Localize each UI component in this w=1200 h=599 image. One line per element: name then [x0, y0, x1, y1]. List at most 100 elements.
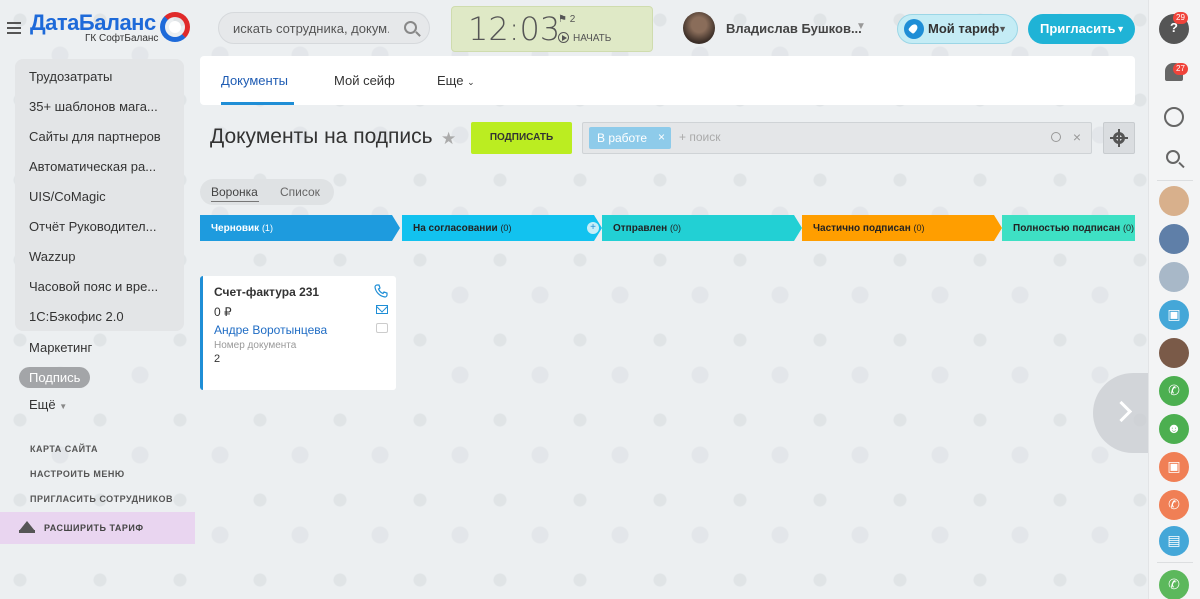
global-search-input[interactable] [219, 13, 389, 43]
add-stage-icon[interactable]: + [587, 222, 599, 234]
document-card[interactable]: Счет-фактура 231 0 ₽ Андре Воротынцева Н… [200, 276, 396, 390]
chevron-down-icon[interactable]: ▼ [856, 21, 866, 32]
invite-employees-link[interactable]: ПРИГЛАСИТЬ СОТРУДНИКОВ [30, 494, 173, 504]
divider [1157, 180, 1193, 181]
site-map-link[interactable]: КАРТА САЙТА [30, 444, 98, 454]
hamburger-menu-icon[interactable] [7, 22, 21, 34]
logo[interactable]: ДатаБаланс ГК СофтБаланс [30, 10, 190, 44]
filter-chip[interactable]: В работе × [589, 127, 672, 149]
left-menu: Трудозатраты 35+ шаблонов мага... Сайты … [0, 57, 197, 599]
play-icon [558, 32, 569, 43]
stage-sent[interactable]: Отправлен (0) [602, 215, 794, 241]
menu-item[interactable]: 1С:Бэкофис 2.0 [29, 309, 124, 324]
contact-avatar[interactable] [1159, 262, 1189, 292]
clock-time: 12:03 [468, 10, 561, 48]
tab-more[interactable]: Еще ⌄ [437, 73, 475, 88]
view-switch: Воронка Список [200, 179, 334, 205]
menu-item[interactable]: Сайты для партнеров [29, 129, 161, 144]
stage-arrow [794, 215, 802, 241]
gear-icon [1110, 129, 1128, 147]
menu-item[interactable]: Автоматическая ра... [29, 159, 156, 174]
menu-item[interactable]: Часовой пояс и вре... [29, 279, 158, 294]
divider [1157, 562, 1193, 563]
stage-label: Полностью подписан [1013, 223, 1121, 234]
stage-fully-signed[interactable]: Полностью подписан (0) [1002, 215, 1135, 241]
phone-icon[interactable] [374, 284, 388, 298]
user-avatar[interactable] [683, 12, 715, 44]
filter-search-input[interactable]: + поиск [679, 130, 720, 144]
card-client-link[interactable]: Андре Воротынцева [214, 323, 327, 337]
crown-icon [19, 521, 35, 533]
view-list[interactable]: Список [280, 185, 320, 199]
filter-chip-label: В работе [597, 131, 648, 145]
kanban-stages: Черновик (1) На согласовании (0) + Отпра… [200, 215, 1135, 241]
notifications-badge: 27 [1173, 63, 1188, 75]
sign-button[interactable]: ПОДПИСАТЬ [471, 122, 572, 154]
mail-icon[interactable] [376, 305, 388, 314]
contact-avatar[interactable] [1159, 186, 1189, 216]
menu-item[interactable]: Отчёт Руководител... [29, 219, 156, 234]
tab-my-safe[interactable]: Мой сейф [334, 73, 395, 88]
document-glyph-icon: ▤ [1167, 532, 1181, 548]
chat-glyph-icon: ▣ [1167, 458, 1181, 474]
menu-item-marketing[interactable]: Маркетинг [29, 340, 92, 355]
stage-count: (1) [261, 223, 273, 233]
settings-button[interactable] [1103, 122, 1135, 154]
group-chat-icon[interactable]: ☻ [1159, 414, 1189, 444]
global-search[interactable] [218, 12, 430, 44]
view-funnel[interactable]: Воронка [211, 185, 258, 199]
stage-count: (0) [670, 223, 682, 233]
phone-chat-icon[interactable]: ✆ [1159, 376, 1189, 406]
user-name[interactable]: Владислав Бушков... [726, 21, 862, 36]
phone-glyph-icon: ✆ [1168, 496, 1180, 512]
chat-bubble-icon[interactable] [1164, 107, 1184, 127]
right-sidebar: ? 29 27 ▣ ✆ ☻ ▣ ✆ ▤ ✆ [1148, 0, 1200, 599]
expand-tariff-button[interactable]: РАСШИРИТЬ ТАРИФ [0, 512, 195, 544]
close-icon[interactable]: × [658, 130, 665, 144]
stage-draft[interactable]: Черновик (1) [200, 215, 392, 241]
tab-documents[interactable]: Документы [221, 73, 288, 88]
contact-avatar[interactable] [1159, 224, 1189, 254]
menu-item[interactable]: Трудозатраты [29, 69, 112, 84]
chat-icon[interactable] [376, 323, 388, 333]
document-chat-icon[interactable]: ▤ [1159, 526, 1189, 556]
menu-item[interactable]: Wazzup [29, 249, 75, 264]
stage-arrow [392, 215, 400, 241]
my-tariff-button[interactable]: Мой тариф ▼ [897, 14, 1018, 44]
openline-orange-icon[interactable]: ▣ [1159, 452, 1189, 482]
chevron-down-icon: ▼ [998, 24, 1007, 34]
more-label: Ещё [29, 397, 56, 412]
view-underline [211, 201, 259, 202]
configure-menu-link[interactable]: НАСТРОИТЬ МЕНЮ [30, 469, 125, 479]
menu-item[interactable]: 35+ шаблонов мага... [29, 99, 158, 114]
group-glyph-icon: ☻ [1166, 420, 1182, 436]
tabs-bar: Документы Мой сейф Еще ⌄ [200, 56, 1135, 105]
menu-item-more[interactable]: Ещё ▼ [29, 397, 67, 412]
stage-label: Частично подписан [813, 223, 911, 234]
invite-label: Пригласить [1040, 21, 1116, 36]
menu-group: Трудозатраты 35+ шаблонов мага... Сайты … [15, 59, 184, 331]
invite-button[interactable]: Пригласить ▼ [1028, 14, 1135, 44]
stage-label: Отправлен [613, 223, 668, 234]
search-icon[interactable] [404, 21, 417, 34]
card-title[interactable]: Счет-фактура 231 [214, 285, 319, 299]
clear-icon[interactable]: × [1073, 129, 1081, 145]
stage-count: (0) [1122, 223, 1134, 233]
filter-box[interactable]: В работе × + поиск × [582, 122, 1092, 154]
search-icon[interactable] [1051, 132, 1061, 142]
menu-item-signature-active[interactable]: Подпись [19, 367, 91, 388]
stage-count: (0) [500, 223, 512, 233]
call-button-icon[interactable]: ✆ [1159, 570, 1189, 599]
call-orange-icon[interactable]: ✆ [1159, 490, 1189, 520]
work-day-widget[interactable]: 12:03 ⚑ 2 НАЧАТЬ [451, 6, 653, 52]
search-icon[interactable] [1166, 150, 1180, 164]
menu-item[interactable]: UIS/CoMagic [29, 189, 106, 204]
contact-avatar[interactable] [1159, 338, 1189, 368]
openline-chat-icon[interactable]: ▣ [1159, 300, 1189, 330]
card-field-value: 2 [214, 353, 221, 365]
start-workday-button[interactable]: НАЧАТЬ [558, 32, 611, 44]
tariff-label: Мой тариф [928, 21, 1000, 36]
stage-approval[interactable]: На согласовании (0) [402, 215, 594, 241]
stage-partially-signed[interactable]: Частично подписан (0) [802, 215, 994, 241]
star-icon[interactable]: ★ [441, 129, 456, 149]
